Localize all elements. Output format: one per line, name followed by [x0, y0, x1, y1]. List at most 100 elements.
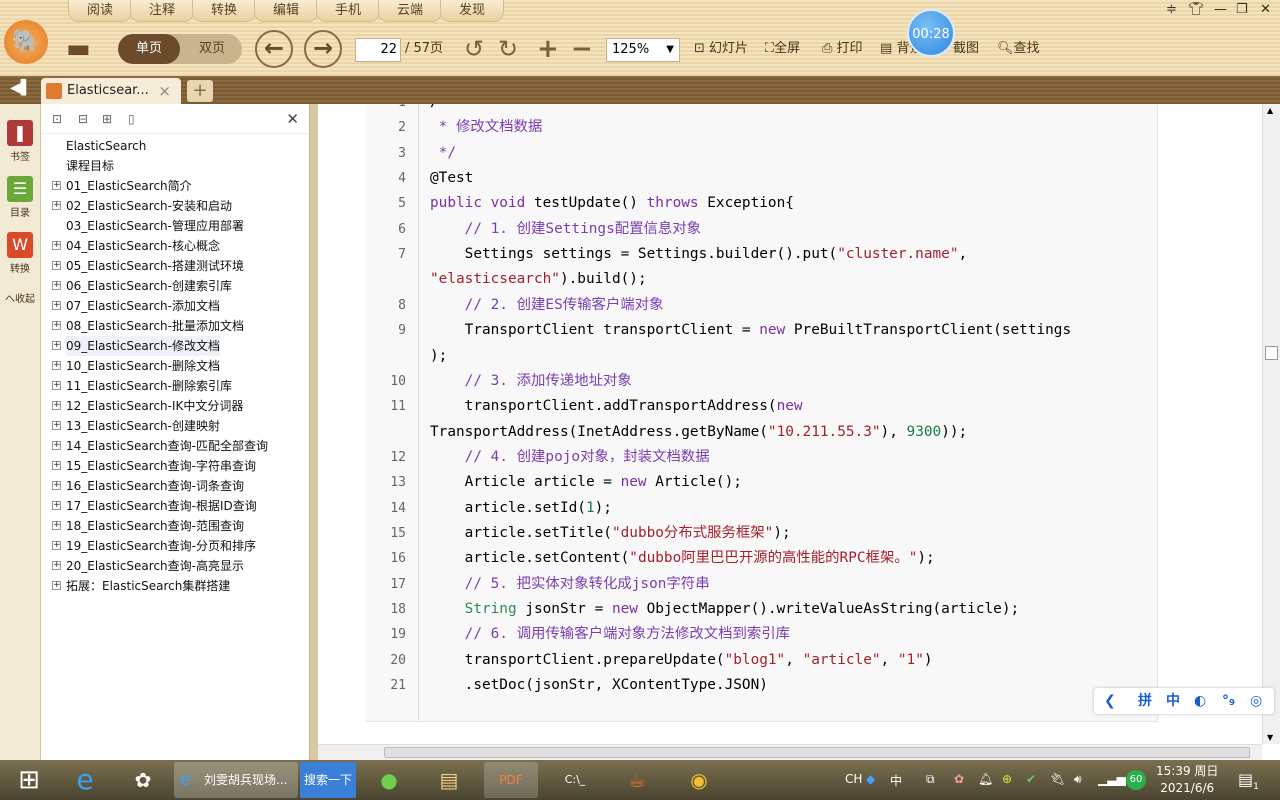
expand-icon[interactable]: + [52, 301, 61, 310]
flower-tray-icon[interactable]: ✿ [954, 772, 964, 786]
previous-page-button[interactable]: ← [255, 30, 293, 68]
ime-button[interactable]: ◐ [1194, 688, 1206, 714]
toc-item[interactable]: +08_ElasticSearch-批量添加文档 [52, 316, 244, 336]
toc-item[interactable]: +17_ElasticSearch查询-根据ID查询 [52, 496, 257, 516]
vertical-scrollbar[interactable]: ▲ ▼ [1262, 104, 1280, 744]
expand-icon[interactable]: + [52, 201, 61, 210]
expand-icon[interactable]: + [52, 581, 61, 590]
next-page-button[interactable]: → [304, 30, 342, 68]
print-button[interactable]: ⎙ 打印 [822, 34, 863, 64]
toc-item[interactable]: 课程目标 [66, 156, 114, 176]
expand-icon[interactable]: + [52, 421, 61, 430]
expand-icon[interactable]: + [52, 381, 61, 390]
horizontal-scrollbar[interactable] [318, 744, 1262, 760]
double-page-button[interactable]: 双页 [182, 34, 242, 64]
toggle-sidebar-icon[interactable]: ◀▌ [10, 80, 32, 96]
scroll-up-icon[interactable]: ▲ [1267, 106, 1273, 115]
toc-item[interactable]: +09_ElasticSearch-修改文档 [52, 336, 220, 356]
bell-icon[interactable]: 🔔︎ [978, 772, 993, 786]
language-indicator[interactable]: CH [845, 772, 862, 786]
restore-icon[interactable]: ❐ [1236, 2, 1248, 17]
start-button[interactable]: ⊞ [2, 762, 56, 798]
expand-icon[interactable]: + [52, 361, 61, 370]
collapse-button[interactable]: へ收起 [2, 290, 38, 305]
search-button[interactable]: 搜索一下 [300, 762, 356, 798]
toc-item[interactable]: +19_ElasticSearch查询-分页和排序 [52, 536, 256, 556]
toc-item[interactable]: +20_ElasticSearch查询-高亮显示 [52, 556, 244, 576]
zoom-in-icon[interactable]: + [537, 34, 559, 64]
expand-icon[interactable]: + [52, 561, 61, 570]
toc-button[interactable]: ☰ 目录 [2, 176, 38, 219]
slideshow-button[interactable]: ⊡ 幻灯片 [694, 34, 748, 64]
battery-badge[interactable]: 60 [1126, 770, 1146, 790]
toc-item[interactable]: ElasticSearch [66, 136, 146, 156]
leaf-app-icon[interactable]: ● [362, 762, 416, 798]
clock[interactable]: 15:39 周日 2021/6/6 [1156, 763, 1218, 797]
plus-tray-icon[interactable]: ⊕ [1002, 772, 1012, 786]
ime-tray-icon[interactable]: ◆ [866, 772, 875, 786]
ie-icon[interactable]: e [58, 762, 112, 798]
expand-icon[interactable]: + [52, 481, 61, 490]
menu-tab[interactable]: 云端 [378, 0, 442, 22]
zoom-out-icon[interactable]: − [571, 34, 593, 64]
menu-tab[interactable]: 转换 [192, 0, 256, 22]
new-tab-button[interactable]: + [187, 80, 213, 102]
toc-item[interactable]: +12_ElasticSearch-IK中文分词器 [52, 396, 243, 416]
convert-button[interactable]: W 转换 [2, 232, 38, 275]
menu-tab[interactable]: 编辑 [254, 0, 318, 22]
minimize-icon[interactable]: — [1214, 2, 1227, 17]
zoom-select[interactable]: 125% ▼ [606, 38, 680, 62]
chrome-icon[interactable]: ◉ [672, 762, 726, 798]
rotate-left-icon[interactable]: ↺ [464, 34, 484, 64]
expand-icon[interactable]: + [52, 341, 61, 350]
collapse-all-icon[interactable]: ⊟ [78, 112, 88, 126]
expand-icon[interactable]: + [52, 401, 61, 410]
expand-icon[interactable]: + [52, 541, 61, 550]
toc-item[interactable]: +11_ElasticSearch-删除索引库 [52, 376, 232, 396]
close-tab-icon[interactable]: × [158, 78, 171, 104]
toc-item[interactable]: 03_ElasticSearch-管理应用部署 [66, 216, 244, 236]
fullscreen-button[interactable]: ⛶全屏 [765, 34, 800, 64]
scroll-down-icon[interactable]: ▼ [1267, 733, 1273, 742]
toc-item[interactable]: +14_ElasticSearch查询-匹配全部查询 [52, 436, 268, 456]
expand-icon[interactable]: + [52, 521, 61, 530]
app-icon[interactable]: ✿ [116, 762, 170, 798]
toc-item[interactable]: +05_ElasticSearch-搭建测试环境 [52, 256, 244, 276]
toc-item[interactable]: +02_ElasticSearch-安装和启动 [52, 196, 232, 216]
page-icon[interactable]: ▯ [128, 112, 135, 126]
toc-item[interactable]: +10_ElasticSearch-删除文档 [52, 356, 220, 376]
notification-icon[interactable]: ▤1 [1238, 770, 1259, 792]
skin-icon[interactable]: 👕︎ [1188, 2, 1205, 17]
scroll-thumb[interactable] [384, 747, 1250, 758]
usb-icon[interactable]: ✔ [1026, 772, 1036, 786]
menu-tab[interactable]: 发现 [440, 0, 504, 22]
menu-tab[interactable]: 注释 [130, 0, 194, 22]
scroll-thumb[interactable] [1265, 346, 1278, 360]
ime-mode[interactable]: 中 [890, 772, 902, 789]
menu-tab[interactable]: 阅读 [68, 0, 132, 22]
rotate-right-icon[interactable]: ↻ [498, 34, 518, 64]
close-icon[interactable]: ✕ [1260, 2, 1271, 17]
signal-icon[interactable]: ▁▃▅ [1098, 772, 1126, 786]
toc-item[interactable]: +04_ElasticSearch-核心概念 [52, 236, 220, 256]
volume-icon[interactable]: 🔊︎ [1074, 772, 1082, 787]
toc-item[interactable]: +18_ElasticSearch查询-范围查询 [52, 516, 244, 536]
expand-icon[interactable]: + [52, 261, 61, 270]
open-folder-icon[interactable]: ▬ [66, 34, 91, 64]
toc-item[interactable]: +01_ElasticSearch简介 [52, 176, 192, 196]
expand-icon[interactable]: + [52, 241, 61, 250]
menu-tab[interactable]: 手机 [316, 0, 380, 22]
app-logo[interactable]: 🐘 [4, 20, 48, 64]
java-icon[interactable]: ☕ [610, 762, 664, 798]
expand-icon[interactable]: + [52, 181, 61, 190]
bookmark-button[interactable]: ❚ 书签 [2, 120, 38, 163]
ime-button[interactable]: ◎ [1250, 688, 1262, 714]
ime-button[interactable]: 拼 [1138, 688, 1152, 714]
tab-document[interactable]: Elasticsear... × [41, 78, 181, 104]
timer-badge[interactable]: 00:28 [907, 9, 955, 57]
menu-dropdown-icon[interactable]: ≑ [1166, 2, 1177, 17]
cmd-task[interactable]: C:\_ [548, 762, 602, 798]
toc-item[interactable]: + 拓展：ElasticSearch集群搭建 [52, 576, 230, 596]
expand-icon[interactable]: + [52, 281, 61, 290]
expand-icon[interactable]: + [52, 321, 61, 330]
